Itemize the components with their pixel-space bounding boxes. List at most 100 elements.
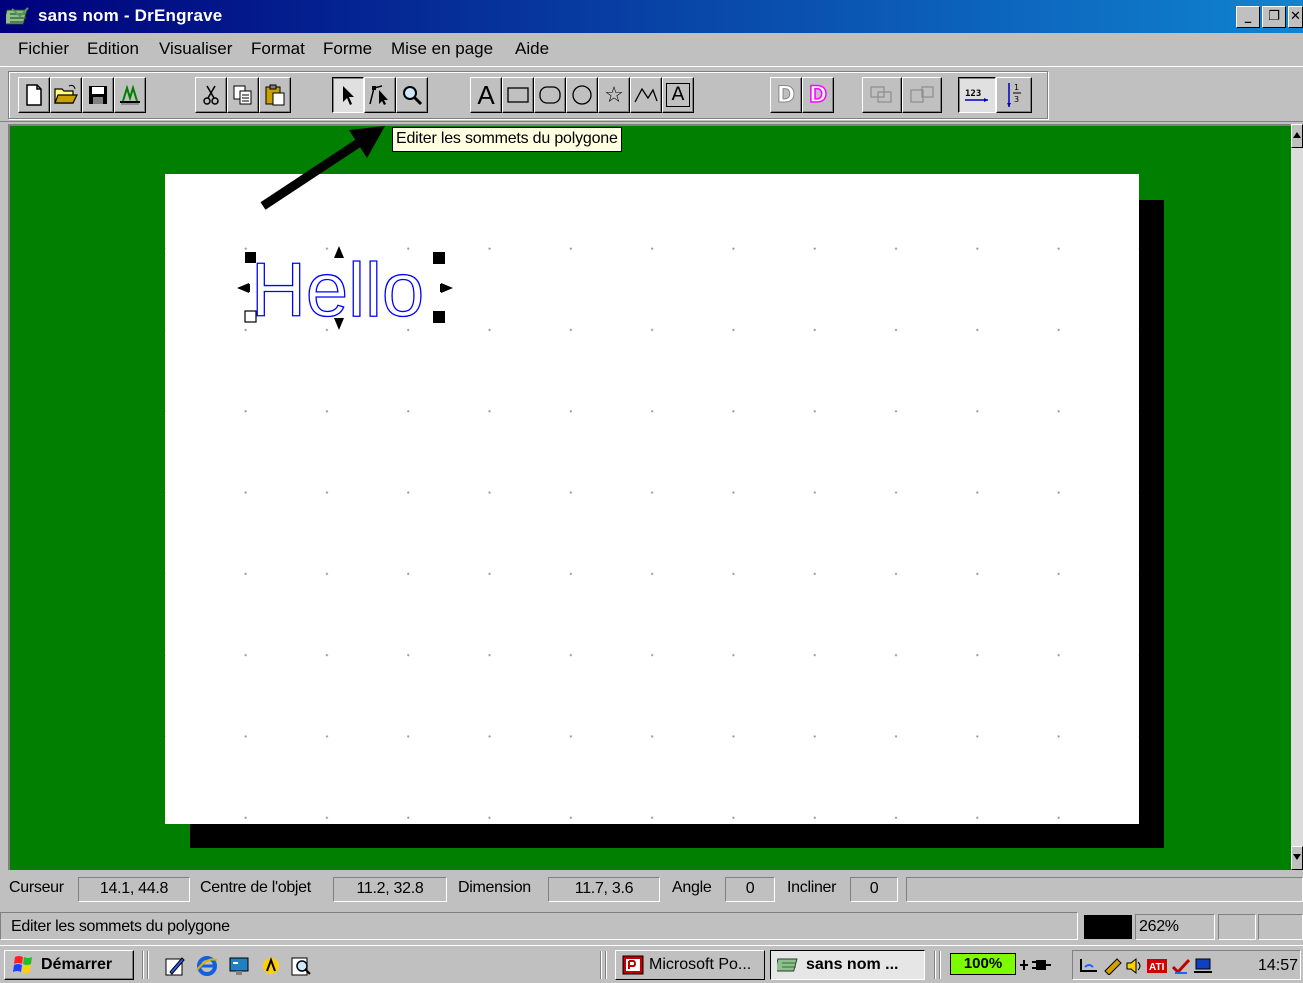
new-file-button[interactable] bbox=[18, 77, 50, 113]
handle-top-right[interactable] bbox=[433, 252, 445, 264]
d-outline-button[interactable]: D bbox=[770, 77, 802, 113]
tray-check-icon[interactable] bbox=[1171, 957, 1191, 975]
close-button[interactable]: ✕ bbox=[1288, 6, 1303, 28]
framed-text-glyph: A bbox=[671, 83, 685, 105]
menu-format[interactable]: Format bbox=[251, 39, 305, 59]
quicklaunch-desktop-icon[interactable] bbox=[228, 955, 250, 977]
drengrave-app-icon bbox=[6, 7, 29, 25]
tray-laptop-icon[interactable] bbox=[1193, 957, 1213, 975]
paste-icon bbox=[265, 84, 285, 106]
handle-top-left[interactable] bbox=[245, 252, 256, 263]
task-powerpoint-label: Microsoft Po... bbox=[649, 956, 752, 973]
title-bar[interactable]: sans nom - DrEngrave _ ❐ ✕ bbox=[0, 0, 1303, 33]
toolbar-d-group: D D bbox=[770, 77, 834, 113]
polyline-tool-icon bbox=[634, 87, 658, 103]
status-cell-empty-2 bbox=[1258, 914, 1303, 940]
handle-right-arrow[interactable] bbox=[441, 283, 453, 293]
scroll-up-button[interactable] bbox=[1291, 124, 1303, 148]
rectangle-tool-button[interactable] bbox=[502, 77, 534, 113]
restore-button[interactable]: ❐ bbox=[1262, 6, 1286, 28]
task-powerpoint[interactable]: Microsoft Po... bbox=[615, 950, 765, 980]
ungroup-button[interactable] bbox=[902, 77, 942, 113]
menu-mise-en-page[interactable]: Mise en page bbox=[391, 39, 493, 59]
menu-edition[interactable]: Edition bbox=[87, 39, 139, 59]
rectangle-tool-icon bbox=[507, 87, 529, 103]
quicklaunch-search-icon[interactable] bbox=[290, 955, 312, 977]
object-center-value: 11.2, 32.8 bbox=[333, 877, 447, 902]
star-tool-button[interactable]: ☆ bbox=[598, 77, 630, 113]
power-plug-icon[interactable] bbox=[1018, 956, 1052, 974]
scroll-down-icon bbox=[1293, 854, 1301, 860]
toolbar-edit-group bbox=[195, 77, 291, 113]
engrave-icon bbox=[120, 84, 140, 105]
message-statusbar: Editer les sommets du polygone 262% bbox=[0, 912, 1303, 942]
numbering-button[interactable]: 123 bbox=[958, 77, 996, 113]
incliner-label: Incliner bbox=[787, 879, 837, 896]
tray-volume-icon[interactable] bbox=[1125, 957, 1145, 975]
cursor-label: Curseur bbox=[9, 879, 64, 896]
toolbar-file-group bbox=[18, 77, 146, 113]
handle-left-arrow[interactable] bbox=[237, 283, 249, 293]
scroll-down-button[interactable] bbox=[1291, 846, 1303, 870]
group-button[interactable] bbox=[862, 77, 902, 113]
fraction-button[interactable]: 13 bbox=[996, 77, 1032, 113]
quicklaunch-ie-icon[interactable] bbox=[196, 955, 218, 977]
copy-button[interactable] bbox=[227, 77, 259, 113]
svg-text:123: 123 bbox=[965, 89, 981, 99]
scroll-up-icon bbox=[1293, 132, 1301, 138]
text-tool-button[interactable]: A bbox=[470, 77, 502, 113]
select-tool-button[interactable] bbox=[332, 77, 364, 113]
tray-pencil-icon[interactable] bbox=[1103, 957, 1123, 975]
tray-ati-icon[interactable]: ATI bbox=[1147, 957, 1167, 975]
handle-bottom-left[interactable] bbox=[244, 310, 257, 323]
minimize-button[interactable]: _ bbox=[1236, 6, 1260, 28]
zoom-level: 262% bbox=[1135, 914, 1215, 940]
menu-fichier[interactable]: Fichier bbox=[18, 39, 69, 59]
windows-logo-icon bbox=[13, 956, 32, 973]
engrave-button[interactable] bbox=[114, 77, 146, 113]
svg-text:3: 3 bbox=[1014, 95, 1019, 104]
toolbar: A ☆ A D D 123 1 3 bbox=[0, 66, 1303, 122]
taskbar-divider bbox=[600, 951, 602, 979]
edit-vertices-button[interactable] bbox=[364, 77, 396, 113]
edit-vertices-icon bbox=[369, 85, 388, 105]
handle-bottom-right[interactable] bbox=[433, 311, 445, 323]
cut-icon bbox=[203, 85, 219, 105]
start-button[interactable]: Démarrer bbox=[4, 950, 134, 980]
color-swatch bbox=[1084, 915, 1132, 939]
window-title: sans nom - DrEngrave bbox=[38, 6, 223, 25]
framed-text-button[interactable]: A bbox=[662, 77, 694, 113]
toolbar-shape-group: A ☆ A bbox=[470, 77, 694, 113]
svg-text:ATI: ATI bbox=[1149, 962, 1165, 973]
cut-button[interactable] bbox=[195, 77, 227, 113]
quicklaunch-channels-icon[interactable] bbox=[260, 955, 282, 977]
drawing-workspace[interactable]: Hello bbox=[8, 124, 1291, 870]
zoom-icon bbox=[403, 86, 423, 106]
task-drengrave[interactable]: sans nom ... bbox=[770, 950, 925, 980]
rounded-rect-tool-button[interactable] bbox=[534, 77, 566, 113]
quicklaunch-edit-icon[interactable] bbox=[164, 955, 186, 977]
save-button[interactable] bbox=[82, 77, 114, 113]
zoom-button[interactable] bbox=[396, 77, 428, 113]
paste-button[interactable] bbox=[259, 77, 291, 113]
hello-text-object[interactable]: Hello bbox=[235, 244, 465, 339]
tray-zoom-indicator[interactable]: 100% bbox=[950, 953, 1016, 975]
taskbar-divider bbox=[934, 951, 936, 979]
menu-forme[interactable]: Forme bbox=[323, 39, 372, 59]
menu-visualiser[interactable]: Visualiser bbox=[159, 39, 232, 59]
polyline-tool-button[interactable] bbox=[630, 77, 662, 113]
d-magenta-button[interactable]: D bbox=[802, 77, 834, 113]
clock[interactable]: 14:57 bbox=[1258, 957, 1298, 975]
d-outline-icon: D bbox=[776, 82, 796, 108]
vertical-scrollbar[interactable] bbox=[1291, 124, 1303, 870]
ellipse-tool-button[interactable] bbox=[566, 77, 598, 113]
tray-network-icon[interactable] bbox=[1079, 957, 1099, 975]
open-button[interactable] bbox=[50, 77, 82, 113]
select-arrow-icon bbox=[343, 86, 354, 105]
group-icon bbox=[870, 86, 892, 103]
status-message: Editer les sommets du polygone bbox=[0, 912, 1078, 940]
menu-aide[interactable]: Aide bbox=[515, 39, 549, 59]
angle-value: 0 bbox=[725, 877, 775, 902]
object-center-label: Centre de l'objet bbox=[200, 879, 311, 896]
drawing-page[interactable]: Hello bbox=[165, 174, 1139, 824]
